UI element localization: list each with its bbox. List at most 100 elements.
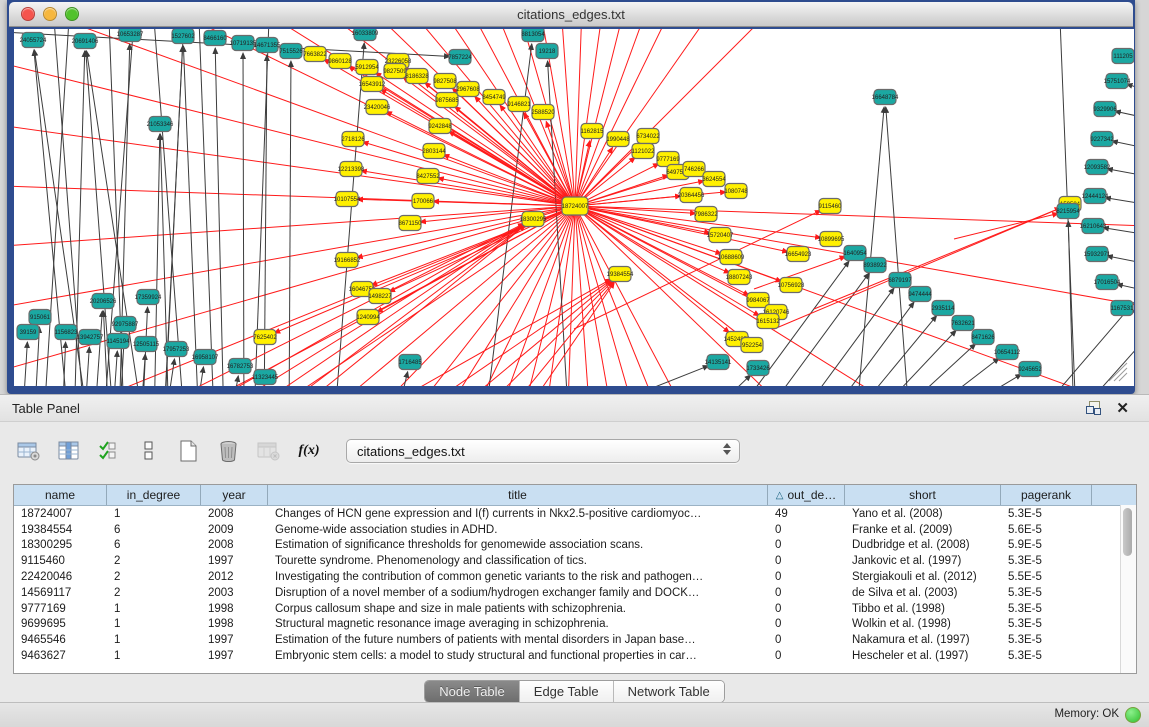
graph-node[interactable]: 9827509 [383, 64, 407, 79]
graph-node[interactable]: 7986322 [694, 207, 718, 222]
graph-node[interactable]: 2803144 [422, 144, 446, 159]
graph-node[interactable]: 8938922 [863, 258, 887, 273]
graph-node[interactable]: 92975887 [112, 317, 139, 332]
graph-node[interactable]: 8186328 [405, 69, 429, 84]
graph-node[interactable]: 746266 [683, 162, 705, 177]
graph-node[interactable]: 17016504 [1094, 275, 1121, 290]
graph-node[interactable]: 8813054 [521, 29, 545, 42]
graph-node[interactable]: 8466160 [203, 31, 227, 46]
graph-node[interactable]: 17359924 [135, 290, 162, 305]
float-panel-icon[interactable] [1086, 401, 1101, 415]
table-selector-dropdown[interactable]: citations_edges.txt [346, 439, 740, 463]
graph-node[interactable]: 16782753 [227, 359, 254, 374]
graph-node[interactable]: 20364456 [678, 188, 705, 203]
table-row[interactable]: 1872400712008Changes of HCN gene express… [14, 506, 1136, 522]
graph-node[interactable]: 12213398 [338, 162, 365, 177]
graph-node[interactable]: 9329906 [1093, 102, 1117, 117]
graph-node[interactable]: 10756928 [778, 278, 805, 293]
graph-node[interactable]: 39159 [17, 325, 39, 340]
graph-node[interactable]: 1498227 [368, 289, 392, 304]
graph-node[interactable]: 9115460 [819, 199, 843, 214]
graph-node[interactable]: 170066 [412, 194, 434, 209]
graph-node[interactable]: 14135141 [705, 355, 732, 370]
function-builder-icon[interactable]: f(x) [296, 439, 322, 463]
show-columns-icon[interactable] [56, 439, 82, 463]
graph-node[interactable]: 1121022 [632, 144, 656, 159]
graph-node[interactable]: 9827508 [433, 74, 457, 89]
graph-node[interactable]: 8671150 [399, 216, 423, 231]
graph-node[interactable]: 19384554 [607, 267, 634, 282]
delete-table-icon[interactable] [216, 439, 242, 463]
table-row[interactable]: 1456911722003Disruption of a novel membe… [14, 585, 1136, 601]
graph-node[interactable]: 2967608 [456, 82, 480, 97]
table-scrollbar-thumb[interactable] [1123, 508, 1132, 556]
tab-node-table[interactable]: Node Table [425, 681, 520, 702]
graph-node[interactable]: 20691406 [72, 34, 99, 49]
graph-node[interactable]: 1733426 [746, 361, 770, 376]
graph-node[interactable]: 7632621 [951, 316, 975, 331]
graph-node[interactable]: 2588520 [531, 105, 555, 120]
graph-node[interactable]: 10107554 [334, 192, 361, 207]
tab-edge-table[interactable]: Edge Table [520, 681, 614, 702]
graph-node[interactable]: 8471626 [971, 330, 995, 345]
table-settings-icon[interactable] [16, 439, 42, 463]
graph-node-hub[interactable]: 18724007 [562, 197, 589, 215]
tab-network-table[interactable]: Network Table [614, 681, 724, 702]
column-header-out_degree[interactable]: △out_de… [768, 485, 845, 505]
column-header-pagerank[interactable]: pagerank [1001, 485, 1092, 505]
graph-node[interactable]: 7857224 [448, 50, 472, 65]
table-scrollbar[interactable] [1120, 505, 1136, 673]
graph-node[interactable]: 9245652 [1018, 362, 1042, 377]
create-table-icon[interactable] [176, 439, 202, 463]
graph-node[interactable]: 15932971 [1084, 247, 1111, 262]
column-header-title[interactable]: title [268, 485, 768, 505]
table-row[interactable]: 1938455462009Genome-wide association stu… [14, 522, 1136, 538]
graph-node[interactable]: 1527602 [171, 29, 195, 44]
column-header-year[interactable]: year [201, 485, 268, 505]
graph-node[interactable]: 2718126 [341, 132, 365, 147]
graph-node[interactable]: 2935114 [932, 301, 956, 316]
graph-node[interactable]: 24055724 [20, 33, 47, 48]
select-columns-icon[interactable] [96, 439, 122, 463]
network-canvas[interactable]: 1872400776638229860128591295416543912232… [14, 29, 1134, 386]
table-row[interactable]: 1830029562008Estimation of significance … [14, 538, 1136, 554]
table-row[interactable]: 977716911998Corpus callosum shape and si… [14, 601, 1136, 617]
graph-node[interactable]: 8427552 [416, 169, 440, 184]
close-panel-icon[interactable]: ✕ [1116, 399, 1129, 417]
graph-node[interactable]: 16210643 [1080, 219, 1107, 234]
graph-node[interactable]: 9875685 [435, 93, 459, 108]
graph-node[interactable]: 10688609 [718, 250, 745, 265]
graph-node[interactable]: 1156823 [55, 325, 79, 340]
graph-node[interactable]: 10653287 [117, 29, 144, 42]
graph-node[interactable]: 10899695 [818, 232, 845, 247]
graph-node[interactable]: 13942757 [77, 330, 104, 345]
graph-node[interactable]: 915061 [29, 310, 51, 325]
graph-node[interactable]: 12093582 [1084, 160, 1111, 175]
graph-node[interactable]: 12444124 [1082, 189, 1109, 204]
graph-node[interactable]: 1145194 [107, 334, 131, 349]
graph-node[interactable]: 6879197 [888, 273, 912, 288]
minimize-window-button[interactable] [43, 7, 57, 21]
graph-node[interactable]: 952254 [741, 338, 763, 353]
graph-node[interactable]: 10654112 [994, 345, 1021, 360]
graph-node[interactable]: 1640954 [843, 246, 867, 261]
graph-node[interactable]: 14671355 [254, 38, 281, 53]
graph-node[interactable]: 12505115 [133, 337, 160, 352]
table-row[interactable]: 911546021997Tourette syndrome. Phenomeno… [14, 553, 1136, 569]
graph-node[interactable]: 7663822 [303, 47, 327, 62]
close-window-button[interactable] [21, 7, 35, 21]
graph-node[interactable]: 20206526 [90, 294, 117, 309]
graph-node[interactable]: 1080748 [724, 184, 748, 199]
graph-node[interactable]: 15720407 [707, 228, 734, 243]
graph-node[interactable]: 111205 [1112, 49, 1134, 64]
column-header-name[interactable]: name [14, 485, 107, 505]
graph-node[interactable]: 16648784 [872, 90, 899, 105]
graph-node[interactable]: 16033809 [352, 29, 379, 41]
graph-node[interactable]: 11323445 [252, 370, 279, 385]
graph-node[interactable]: 18300295 [520, 212, 547, 227]
graph-node[interactable]: 21053346 [147, 117, 174, 132]
graph-node[interactable]: 15751074 [1104, 74, 1131, 89]
graph-node[interactable]: 3624554 [702, 172, 726, 187]
graph-node[interactable]: 23420046 [364, 100, 391, 115]
row-height-icon[interactable] [136, 439, 162, 463]
